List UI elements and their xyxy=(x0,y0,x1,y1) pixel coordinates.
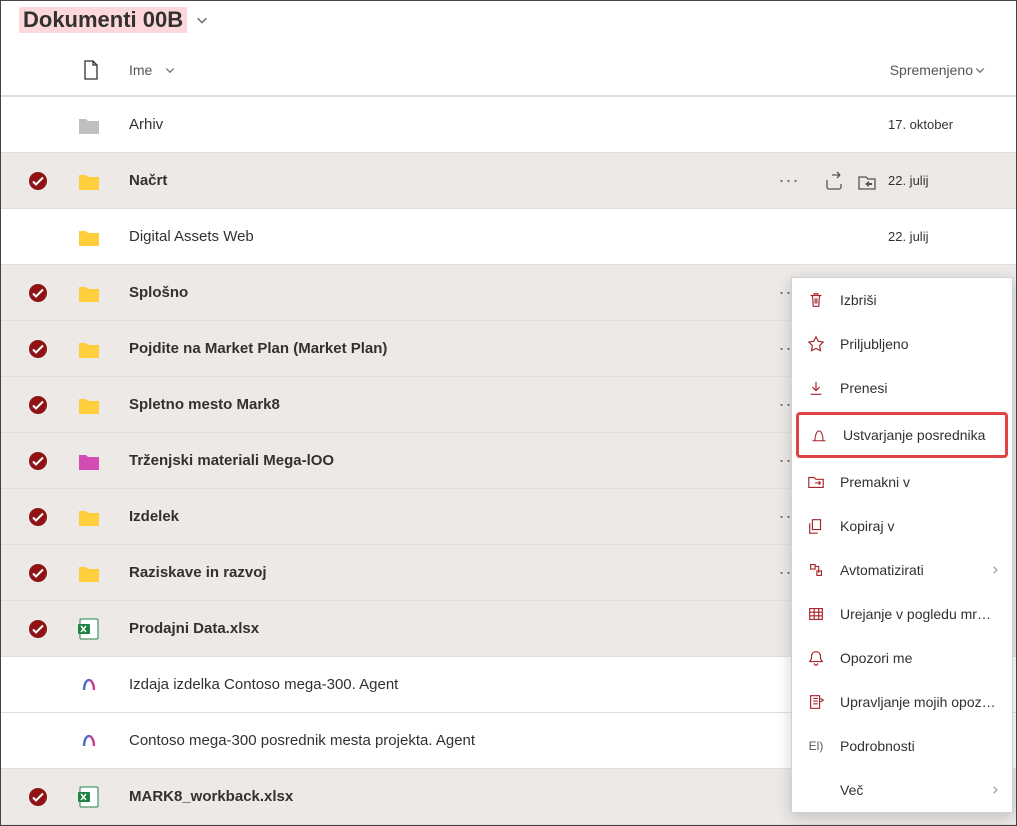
none-icon xyxy=(806,780,826,800)
file-name[interactable]: Splošno xyxy=(129,284,772,301)
column-name-label: Ime xyxy=(129,62,152,78)
file-icon xyxy=(75,115,103,135)
file-icon xyxy=(75,563,103,583)
row-select-check[interactable] xyxy=(19,507,57,527)
more-actions-icon[interactable]: ··· xyxy=(772,170,806,191)
modified-date: 17. oktober xyxy=(888,117,998,132)
file-row[interactable]: Arhiv 17. oktober xyxy=(1,96,1016,153)
download-icon xyxy=(806,378,826,398)
file-name[interactable]: Spletno mesto Mark8 xyxy=(129,396,772,413)
inline-actions xyxy=(806,171,878,191)
menu-item-flow[interactable]: Avtomatizirati xyxy=(792,548,1012,592)
menu-item-label: Podrobnosti xyxy=(840,738,998,754)
menu-item-star[interactable]: Priljubljeno xyxy=(792,322,1012,366)
file-name[interactable]: Izdelek xyxy=(129,508,772,525)
menu-item-label: Priljubljeno xyxy=(840,336,998,352)
row-select-check[interactable] xyxy=(19,395,57,415)
column-header-row: Ime Spremenjeno xyxy=(1,45,1016,96)
context-menu: Izbriši Priljubljeno Prenesi Ustvarjanje… xyxy=(791,277,1013,813)
modified-date: 22. julij xyxy=(888,173,998,188)
file-name[interactable]: Prodajni Data.xlsx xyxy=(129,620,772,637)
file-name[interactable]: Načrt xyxy=(129,172,772,189)
file-name[interactable]: MARK8_workback.xlsx xyxy=(129,788,772,805)
menu-item-moveto[interactable]: Premakni v xyxy=(792,460,1012,504)
agent-sm-icon xyxy=(809,425,829,445)
file-row[interactable]: Digital Assets Web 22. julij xyxy=(1,209,1016,265)
file-name[interactable]: Izdaja izdelka Contoso mega-300. Agent xyxy=(129,676,772,693)
menu-item-download[interactable]: Prenesi xyxy=(792,366,1012,410)
menu-item-text-el[interactable]: El) Podrobnosti xyxy=(792,724,1012,768)
file-name[interactable]: Trženjski materiali Mega-lOO xyxy=(129,452,772,469)
menu-item-label: Kopiraj v xyxy=(840,518,998,534)
file-row[interactable]: Načrt ··· 22. julij xyxy=(1,153,1016,209)
row-select-check[interactable] xyxy=(19,787,57,807)
share-icon[interactable] xyxy=(824,171,844,191)
file-name[interactable]: Contoso mega-300 posrednik mesta projekt… xyxy=(129,732,772,749)
file-name[interactable]: Digital Assets Web xyxy=(129,228,772,245)
menu-item-label: Več xyxy=(840,782,998,798)
menu-item-copyto[interactable]: Kopiraj v xyxy=(792,504,1012,548)
column-modified[interactable]: Spremenjeno xyxy=(890,62,986,78)
file-icon xyxy=(75,730,103,752)
row-select-check[interactable] xyxy=(19,283,57,303)
flow-icon xyxy=(806,560,826,580)
menu-item-label: Avtomatizirati xyxy=(840,562,998,578)
menu-item-trash[interactable]: Izbriši xyxy=(792,278,1012,322)
menu-item-alerts[interactable]: Upravljanje mojih opozoril xyxy=(792,680,1012,724)
grid-icon xyxy=(806,604,826,624)
menu-item-bell[interactable]: Opozori me xyxy=(792,636,1012,680)
menu-item-label: Urejanje v pogledu mreže xyxy=(840,606,998,622)
alerts-icon xyxy=(806,692,826,712)
file-name[interactable]: Arhiv xyxy=(129,116,772,133)
text-el-icon: El) xyxy=(806,736,826,756)
file-icon xyxy=(75,227,103,247)
bell-icon xyxy=(806,648,826,668)
file-icon xyxy=(75,395,103,415)
menu-item-label: Opozori me xyxy=(840,650,998,666)
chevron-right-icon xyxy=(990,785,1000,795)
menu-item-agent-sm[interactable]: Ustvarjanje posrednika xyxy=(796,412,1008,458)
shortcut-icon[interactable] xyxy=(856,171,878,191)
star-icon xyxy=(806,334,826,354)
file-name[interactable]: Raziskave in razvoj xyxy=(129,564,772,581)
file-icon xyxy=(75,507,103,527)
file-type-icon[interactable] xyxy=(77,60,105,80)
file-icon xyxy=(75,786,103,808)
chevron-right-icon xyxy=(990,565,1000,575)
row-select-check[interactable] xyxy=(19,451,57,471)
file-name[interactable]: Pojdite na Market Plan (Market Plan) xyxy=(129,340,772,357)
menu-item-label: Ustvarjanje posrednika xyxy=(843,427,995,443)
menu-item-none[interactable]: Več xyxy=(792,768,1012,812)
file-icon xyxy=(75,674,103,696)
row-select-check[interactable] xyxy=(19,339,57,359)
column-modified-label: Spremenjeno xyxy=(890,62,973,78)
moveto-icon xyxy=(806,472,826,492)
modified-date: 22. julij xyxy=(888,229,998,244)
menu-item-label: Upravljanje mojih opozoril xyxy=(840,694,998,710)
menu-item-label: Prenesi xyxy=(840,380,998,396)
row-select-check[interactable] xyxy=(19,619,57,639)
file-icon xyxy=(75,339,103,359)
file-icon xyxy=(75,283,103,303)
row-select-check[interactable] xyxy=(19,563,57,583)
menu-item-label: Premakni v xyxy=(840,474,998,490)
menu-item-label: Izbriši xyxy=(840,292,998,308)
library-title[interactable]: Dokumenti 00B xyxy=(19,7,187,33)
row-select-check[interactable] xyxy=(19,171,57,191)
file-icon xyxy=(75,451,103,471)
column-name[interactable]: Ime xyxy=(129,62,176,78)
file-icon xyxy=(75,171,103,191)
library-title-bar: Dokumenti 00B xyxy=(1,1,1016,39)
chevron-down-icon xyxy=(164,64,176,76)
copyto-icon xyxy=(806,516,826,536)
menu-item-grid[interactable]: Urejanje v pogledu mreže xyxy=(792,592,1012,636)
trash-icon xyxy=(806,290,826,310)
file-icon xyxy=(75,618,103,640)
chevron-down-icon[interactable] xyxy=(195,13,209,27)
chevron-down-icon xyxy=(974,64,986,76)
